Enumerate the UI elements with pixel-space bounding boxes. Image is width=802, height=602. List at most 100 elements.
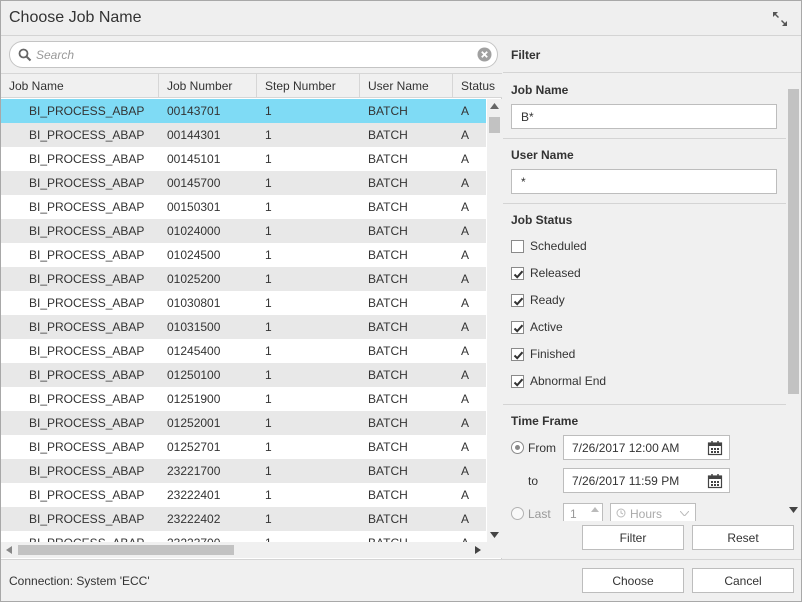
- to-date-field[interactable]: 7/26/2017 11:59 PM: [563, 468, 730, 493]
- scroll-down-icon[interactable]: [490, 532, 499, 538]
- table-row[interactable]: BI_PROCESS_ABAP 23223700 1 BATCH A: [1, 531, 486, 542]
- cell-job-number: 23223700: [167, 531, 255, 542]
- table-row[interactable]: BI_PROCESS_ABAP 00145700 1 BATCH A: [1, 171, 486, 195]
- cell-job-number: 00145700: [167, 176, 221, 190]
- cell-step-number: 1: [265, 392, 272, 406]
- cell-status: A: [461, 488, 470, 502]
- cell-job-name: BI_PROCESS_ABAP: [29, 272, 145, 286]
- search-input[interactable]: [36, 46, 476, 64]
- cell-status: A: [461, 176, 470, 190]
- cancel-button[interactable]: Cancel: [692, 568, 794, 593]
- scroll-up-icon[interactable]: [490, 103, 499, 109]
- filter-vertical-scroll-thumb[interactable]: [788, 89, 799, 394]
- table-row[interactable]: BI_PROCESS_ABAP 01250100 1 BATCH A: [1, 363, 486, 387]
- from-label: From: [528, 441, 556, 455]
- table-row[interactable]: BI_PROCESS_ABAP 01030801 1 BATCH A: [1, 291, 486, 315]
- table-row[interactable]: BI_PROCESS_ABAP 00145101 1 BATCH A: [1, 147, 486, 171]
- checkbox-label: Active: [530, 320, 563, 334]
- table-row[interactable]: BI_PROCESS_ABAP 01025200 1 BATCH A: [1, 267, 486, 291]
- table-row[interactable]: BI_PROCESS_ABAP 00143701 1 BATCH A: [1, 99, 486, 123]
- scroll-corner: [487, 542, 502, 558]
- cell-status: A: [461, 440, 470, 454]
- from-date-value: 7/26/2017 12:00 AM: [572, 441, 680, 455]
- checkbox-label: Ready: [530, 293, 565, 307]
- last-unit-select[interactable]: Hours: [610, 503, 696, 521]
- table-row[interactable]: BI_PROCESS_ABAP 01024000 1 BATCH A: [1, 219, 486, 243]
- checkbox[interactable]: [511, 294, 524, 307]
- cell-job-name: BI_PROCESS_ABAP: [29, 296, 145, 310]
- calendar-icon[interactable]: [707, 473, 723, 489]
- cell-step-number: 1: [265, 152, 272, 166]
- last-value-stepper[interactable]: 1: [563, 503, 603, 521]
- checkbox[interactable]: [511, 321, 524, 334]
- cell-user-name: BATCH: [368, 128, 408, 142]
- table-row[interactable]: BI_PROCESS_ABAP 01251900 1 BATCH A: [1, 387, 486, 411]
- table-row[interactable]: BI_PROCESS_ABAP 00150301 1 BATCH A: [1, 195, 486, 219]
- maximize-icon[interactable]: [771, 10, 789, 28]
- choose-button[interactable]: Choose: [582, 568, 684, 593]
- job-name-input[interactable]: [511, 104, 777, 129]
- column-header-job-number[interactable]: Job Number: [159, 74, 257, 97]
- column-header-step-number[interactable]: Step Number: [257, 74, 360, 97]
- clear-search-icon[interactable]: [477, 47, 492, 62]
- cell-step-number: 1: [265, 416, 272, 430]
- table-row[interactable]: BI_PROCESS_ABAP 01031500 1 BATCH A: [1, 315, 486, 339]
- cell-user-name: BATCH: [368, 488, 408, 502]
- cell-step-number: 1: [265, 440, 272, 454]
- checkbox-label: Scheduled: [530, 239, 587, 253]
- scroll-right-icon[interactable]: [475, 546, 481, 554]
- filter-vertical-scrollbar[interactable]: [786, 89, 801, 521]
- reset-button[interactable]: Reset: [692, 525, 794, 550]
- cell-job-name: BI_PROCESS_ABAP: [29, 128, 145, 142]
- scroll-left-icon[interactable]: [6, 546, 12, 554]
- stepper-up-icon[interactable]: [591, 507, 599, 512]
- checkbox[interactable]: [511, 240, 524, 253]
- scroll-down-icon[interactable]: [789, 507, 798, 513]
- cell-job-name: BI_PROCESS_ABAP: [29, 152, 145, 166]
- cell-job-name: BI_PROCESS_ABAP: [29, 531, 157, 542]
- calendar-icon[interactable]: [707, 440, 723, 456]
- cell-job-number: 01245400: [167, 344, 221, 358]
- checkbox[interactable]: [511, 348, 524, 361]
- cell-job-name: BI_PROCESS_ABAP: [29, 512, 145, 526]
- table-row[interactable]: BI_PROCESS_ABAP 01252001 1 BATCH A: [1, 411, 486, 435]
- checkbox[interactable]: [511, 267, 524, 280]
- table-row[interactable]: BI_PROCESS_ABAP 23222402 1 BATCH A: [1, 507, 486, 531]
- filter-button[interactable]: Filter: [582, 525, 684, 550]
- grid-horizontal-scrollbar[interactable]: [1, 542, 487, 558]
- checkmark-icon: [513, 270, 524, 279]
- table-row[interactable]: BI_PROCESS_ABAP 23221700 1 BATCH A: [1, 459, 486, 483]
- table-row[interactable]: BI_PROCESS_ABAP 01024500 1 BATCH A: [1, 243, 486, 267]
- job-name-label: Job Name: [511, 83, 569, 97]
- user-name-input[interactable]: [511, 169, 777, 194]
- grid-horizontal-scroll-thumb[interactable]: [18, 545, 234, 555]
- from-radio[interactable]: [511, 441, 524, 454]
- column-header-user-name[interactable]: User Name: [360, 74, 453, 97]
- checkbox-label: Released: [530, 266, 581, 280]
- user-name-label: User Name: [511, 148, 574, 162]
- table-row[interactable]: BI_PROCESS_ABAP 00144301 1 BATCH A: [1, 123, 486, 147]
- cell-user-name: BATCH: [368, 416, 408, 430]
- filter-header: Filter: [503, 37, 801, 73]
- cell-job-name: BI_PROCESS_ABAP: [29, 464, 145, 478]
- cell-job-name: BI_PROCESS_ABAP: [29, 344, 145, 358]
- table-row[interactable]: BI_PROCESS_ABAP 01245400 1 BATCH A: [1, 339, 486, 363]
- cell-step-number: 1: [265, 272, 272, 286]
- table-row[interactable]: BI_PROCESS_ABAP 01252701 1 BATCH A: [1, 435, 486, 459]
- table-row[interactable]: BI_PROCESS_ABAP 23222401 1 BATCH A: [1, 483, 486, 507]
- cell-step-number: 1: [265, 176, 272, 190]
- last-radio[interactable]: [511, 507, 524, 520]
- cell-job-name: BI_PROCESS_ABAP: [29, 224, 145, 238]
- cell-user-name: BATCH: [368, 344, 408, 358]
- grid-vertical-scroll-thumb[interactable]: [489, 117, 500, 133]
- cell-job-number: 00143701: [167, 104, 221, 118]
- grid-vertical-scrollbar[interactable]: [487, 99, 502, 542]
- checkbox[interactable]: [511, 375, 524, 388]
- last-label: Last: [528, 507, 551, 521]
- column-header-status[interactable]: Status: [453, 74, 502, 97]
- cell-status: A: [461, 392, 470, 406]
- column-header-job-name[interactable]: Job Name: [1, 74, 159, 97]
- cell-job-number: 00150301: [167, 200, 221, 214]
- cell-job-number: 01252001: [167, 416, 221, 430]
- from-date-field[interactable]: 7/26/2017 12:00 AM: [563, 435, 730, 460]
